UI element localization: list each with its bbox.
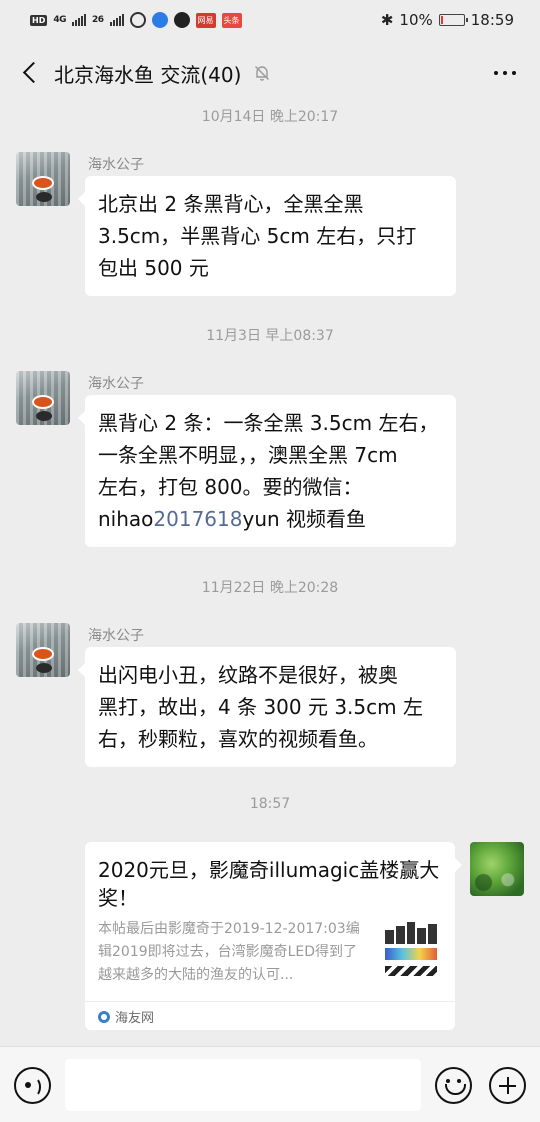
news-badge: 网易 (195, 12, 216, 28)
network-type-1: 4G (53, 15, 66, 25)
source-site-icon (98, 1010, 110, 1023)
message-line: 左右，打包 800。要的微信： (98, 475, 363, 499)
message-bubble[interactable]: 黑背心 2 条：一条全黑 3.5cm 左右， 一条全黑不明显，，澳黑全黑 7cm… (78, 395, 456, 547)
chat-title: 北京海水鱼 交流(40) (54, 62, 242, 87)
message-line: 出闪电小丑，纹路不是很好，被奥 (98, 663, 398, 687)
sender-name: 海水公子 (88, 628, 144, 644)
message-line: 包出 500 元 (98, 256, 209, 280)
avatar[interactable] (16, 623, 70, 677)
status-bar: HD 4G 26 网易 头条 ✱ 10% 18:59 (0, 0, 540, 40)
message-line: 3.5cm，半黑背心 5cm 左右，只打 (98, 224, 417, 248)
card-thumbnail (381, 918, 441, 982)
more-icon[interactable] (488, 58, 522, 88)
card-source: 海友网 (98, 1007, 154, 1026)
status-icons-left: HD 4G 26 网易 头条 (30, 12, 242, 28)
bluetooth-icon: ✱ (380, 11, 394, 29)
signal-icon-2 (109, 14, 124, 26)
browser-notification-icon (151, 12, 168, 28)
plus-icon[interactable] (489, 1067, 526, 1104)
timestamp: 10月14日 晚上20:17 (201, 109, 339, 125)
timestamp: 11月22日 晚上20:28 (201, 580, 339, 596)
battery-icon (438, 14, 468, 26)
my-avatar[interactable] (470, 842, 524, 896)
emoji-icon[interactable] (435, 1067, 472, 1104)
avatar[interactable] (16, 371, 70, 425)
card-divider (85, 1001, 455, 1002)
voice-icon[interactable] (14, 1067, 51, 1104)
sender-name: 海水公子 (88, 157, 144, 173)
clock: 18:59 (470, 11, 514, 29)
message-line: 黑打，故出，4 条 300 元 3.5cm 左 (98, 695, 423, 719)
message-line: 黑背心 2 条：一条全黑 3.5cm 左右， (98, 411, 439, 435)
phone-number-link[interactable]: 2017618 (153, 507, 242, 531)
battery-percent: 10% (399, 11, 433, 29)
timestamp: 18:57 (249, 796, 291, 812)
qq-notification-icon (173, 12, 190, 28)
back-icon[interactable] (18, 59, 46, 87)
card-description: 本帖最后由影魔奇于2019-12-2017:03编辑2019即将过去，台湾影魔奇… (98, 921, 360, 983)
message-input[interactable] (65, 1059, 421, 1111)
message-text: yun 视频看鱼 (242, 507, 367, 531)
message-bubble[interactable]: 出闪电小丑，纹路不是很好，被奥 黑打，故出，4 条 300 元 3.5cm 左 … (78, 647, 456, 767)
shared-link-card[interactable]: 2020元旦，影魔奇illumagic盖楼赢大奖！ 本帖最后由影魔奇于2019-… (85, 842, 462, 1030)
card-title: 2020元旦，影魔奇illumagic盖楼赢大奖！ (98, 858, 440, 910)
status-icons-right: ✱ 10% 18:59 (381, 11, 514, 29)
source-name: 海友网 (115, 1011, 155, 1026)
message-line: 右，秒颗粒，喜欢的视频看鱼。 (98, 727, 378, 751)
sender-name: 海水公子 (88, 376, 144, 392)
message-line: nihao2017618yun 视频看鱼 (98, 503, 444, 535)
avatar[interactable] (16, 152, 70, 206)
hd-indicator: HD (30, 14, 48, 26)
message-text: nihao (98, 507, 154, 531)
timestamp: 11月3日 早上08:37 (206, 328, 334, 344)
input-bar (0, 1046, 540, 1122)
bell-off-icon (255, 66, 270, 81)
app-notification-icon (129, 12, 146, 28)
network-type-2: 26 (92, 15, 104, 25)
message-line: 一条全黑不明显，，澳黑全黑 7cm (98, 443, 398, 467)
message-bubble[interactable]: 北京出 2 条黑背心，全黑全黑 3.5cm，半黑背心 5cm 左右，只打 包出 … (78, 176, 456, 296)
toutiao-badge: 头条 (221, 12, 242, 28)
chat-header: 北京海水鱼 交流(40) (0, 40, 540, 106)
signal-icon (72, 14, 86, 26)
message-line: 北京出 2 条黑背心，全黑全黑 (98, 192, 364, 216)
